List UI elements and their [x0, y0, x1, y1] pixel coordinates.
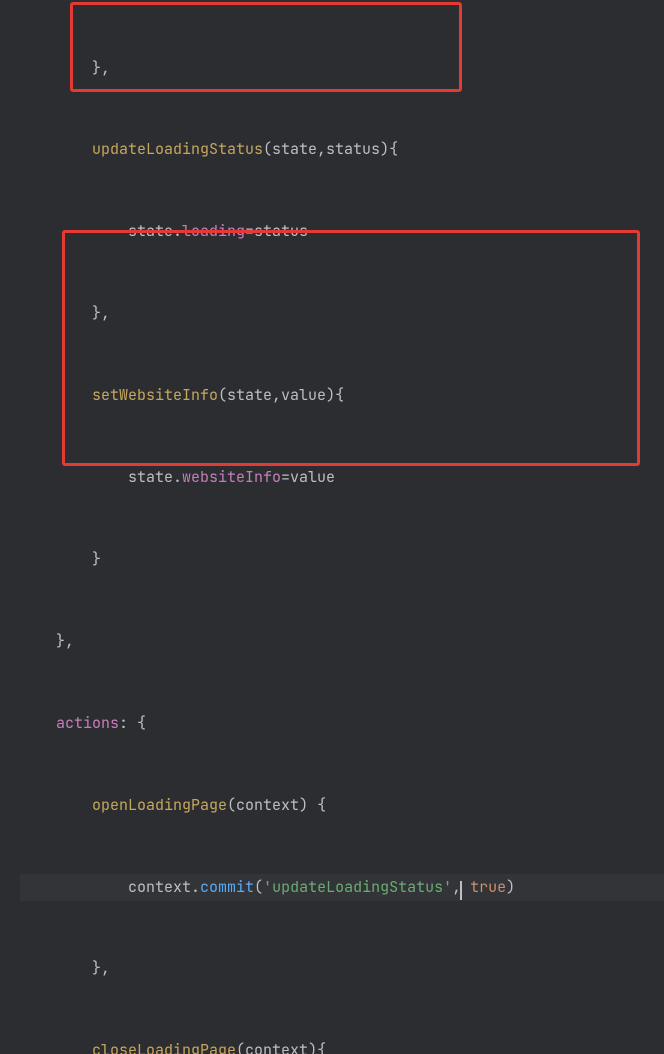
brace: { [308, 795, 326, 815]
prop-websiteInfo: websiteInfo [182, 467, 281, 487]
bool-true: true [470, 877, 506, 897]
method-openLoadingPage: openLoadingPage [92, 795, 227, 815]
expr: context. [128, 877, 200, 897]
expr: =status [245, 221, 308, 241]
expr: =value [281, 467, 335, 487]
call-commit: commit [200, 877, 254, 897]
code-editor[interactable]: }, updateLoadingStatus(state,status){ st… [0, 0, 664, 1054]
brace: : { [119, 713, 146, 733]
method-closeLoadingPage: closeLoadingPage [92, 1040, 236, 1054]
param-context: context [245, 1040, 308, 1054]
param-context: context [236, 795, 299, 815]
key-actions: actions [56, 713, 119, 733]
text-caret [460, 881, 462, 900]
method-setWebsiteInfo: setWebsiteInfo [92, 385, 218, 405]
current-line[interactable]: context.commit('updateLoadingStatus', tr… [20, 874, 664, 901]
string-literal: 'updateLoadingStatus' [263, 877, 452, 897]
expr: state. [128, 467, 182, 487]
method-updateLoadingStatus: updateLoadingStatus [92, 139, 263, 159]
expr: state. [128, 221, 182, 241]
params: state,value [227, 385, 326, 405]
prop-loading: loading [182, 221, 245, 241]
params: state,status [272, 139, 380, 159]
